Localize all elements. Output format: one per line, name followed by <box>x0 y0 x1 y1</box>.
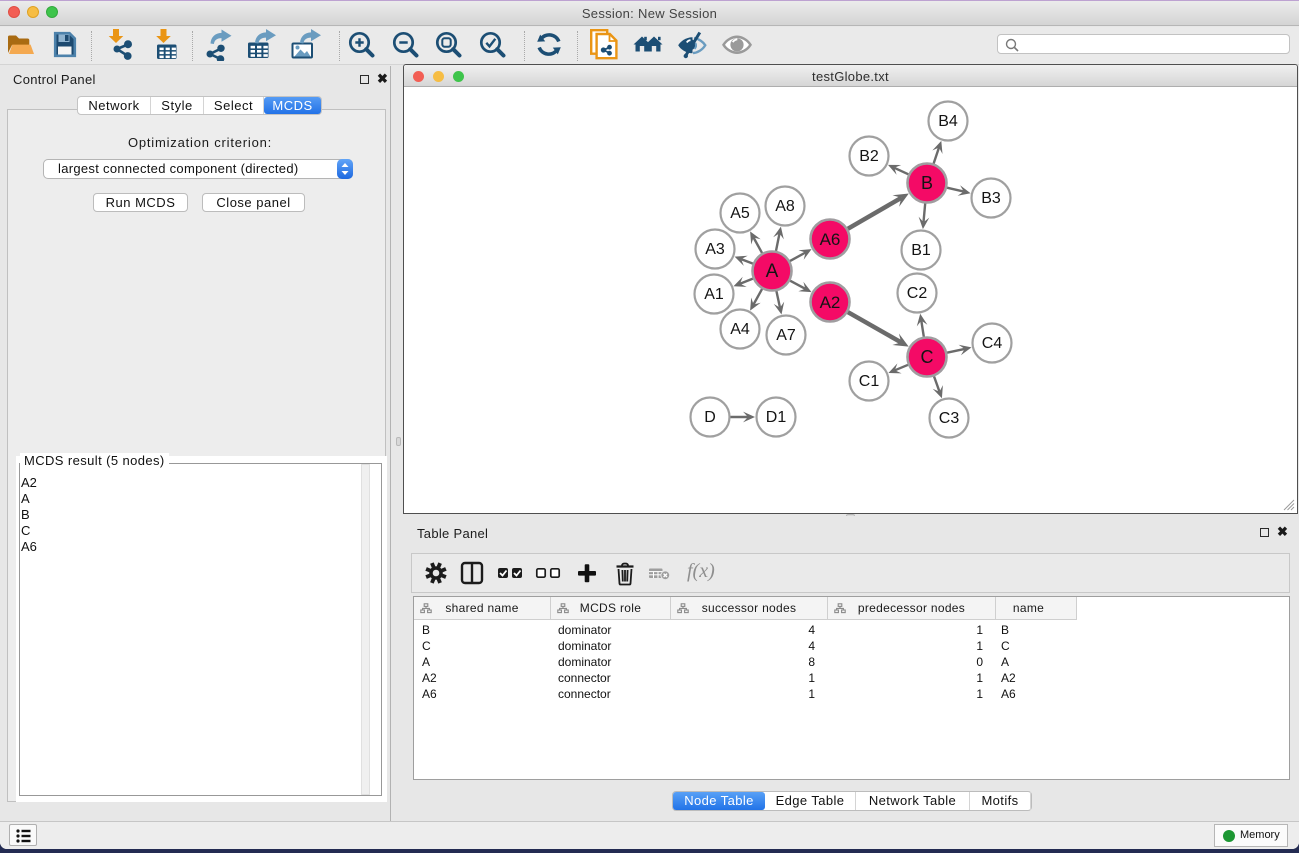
svg-text:A8: A8 <box>775 198 795 215</box>
svg-text:C: C <box>921 347 934 367</box>
svg-text:A6: A6 <box>820 230 841 249</box>
svg-text:B: B <box>921 173 933 193</box>
svg-text:B3: B3 <box>981 190 1001 207</box>
svg-text:A3: A3 <box>705 241 725 258</box>
svg-text:D1: D1 <box>766 409 787 426</box>
svg-text:C3: C3 <box>939 410 960 427</box>
svg-text:A4: A4 <box>730 321 750 338</box>
svg-text:B4: B4 <box>938 113 958 130</box>
svg-text:C1: C1 <box>859 373 880 390</box>
svg-text:C4: C4 <box>982 335 1003 352</box>
svg-text:D: D <box>704 409 716 426</box>
svg-text:B1: B1 <box>911 242 931 259</box>
svg-text:A2: A2 <box>820 293 841 312</box>
svg-text:A1: A1 <box>704 286 724 303</box>
svg-text:A7: A7 <box>776 327 796 344</box>
svg-text:A: A <box>766 261 779 282</box>
svg-text:C2: C2 <box>907 285 928 302</box>
svg-text:A5: A5 <box>730 205 750 222</box>
svg-text:B2: B2 <box>859 148 879 165</box>
